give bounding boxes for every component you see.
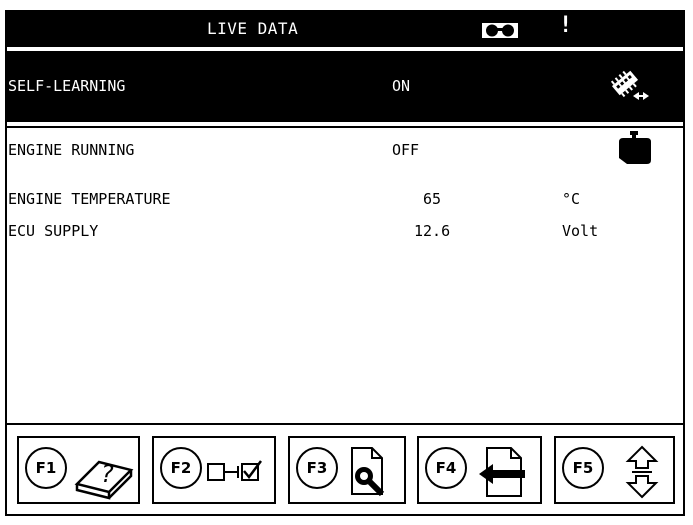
param-name: ENGINE RUNNING (8, 141, 135, 159)
svg-text:?: ? (101, 460, 114, 488)
row-divider (7, 126, 683, 128)
page-title: LIVE DATA (207, 19, 299, 38)
table-row-engine-running[interactable]: ENGINE RUNNING OFF (7, 131, 683, 167)
f5-scroll-button[interactable]: F5 (554, 436, 675, 504)
help-book-icon: ? (74, 460, 134, 500)
param-name: ECU SUPPLY (8, 222, 99, 240)
f4-back-button[interactable]: F4 (417, 436, 542, 504)
param-value: OFF (392, 141, 420, 159)
select-checkbox-icon (207, 460, 262, 481)
table-row-self-learning[interactable]: SELF-LEARNING ON (7, 51, 683, 122)
engine-block-icon (619, 131, 651, 164)
f1-label: F1 (25, 447, 67, 489)
function-key-bar: F1 ? F2 F3 F4 F5 (17, 436, 677, 506)
back-arrow-icon (479, 447, 525, 497)
f3-search-button[interactable]: F3 (288, 436, 406, 504)
live-data-window: LIVE DATA ! SELF-LEARNING ON ENGINE RUNN… (5, 10, 685, 516)
up-down-arrows-icon (625, 445, 659, 499)
param-value: 12.6 (414, 222, 451, 240)
alert-indicator: ! (559, 13, 573, 38)
glasses-icon (482, 23, 518, 38)
f4-label: F4 (425, 447, 467, 489)
f2-label: F2 (160, 447, 202, 489)
table-row-ecu-supply[interactable]: ECU SUPPLY 12.6 Volt (7, 218, 683, 248)
table-row-engine-temperature[interactable]: ENGINE TEMPERATURE 65 °C (7, 186, 683, 216)
f2-select-button[interactable]: F2 (152, 436, 276, 504)
f5-label: F5 (562, 447, 604, 489)
title-bar: LIVE DATA ! (7, 12, 683, 47)
f3-label: F3 (296, 447, 338, 489)
param-unit: °C (562, 190, 581, 208)
param-value: ON (392, 77, 411, 95)
param-value: 65 (423, 190, 442, 208)
memory-chip-icon (610, 70, 649, 100)
function-bar-divider (7, 423, 683, 425)
f1-help-button[interactable]: F1 ? (17, 436, 140, 504)
param-unit: Volt (562, 222, 599, 240)
param-name: ENGINE TEMPERATURE (8, 190, 171, 208)
magnify-document-icon (351, 447, 385, 497)
param-name: SELF-LEARNING (8, 77, 126, 95)
